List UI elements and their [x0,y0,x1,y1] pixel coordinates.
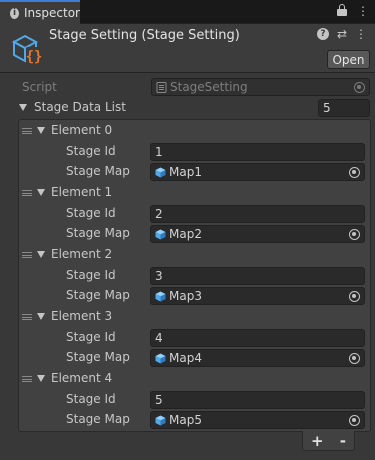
tab-bar: i Inspector ⋮ [0,0,375,24]
stage-map-row: Stage Map Map1 [0,162,375,182]
drag-handle-icon[interactable] [22,190,32,196]
stage-map-value: Map5 [169,413,202,427]
element-header: Element 2 [0,245,375,265]
list-size-field[interactable]: 5 [318,99,370,117]
list-label[interactable]: Stage Data List [34,100,126,114]
list-header-row: Stage Data List 5 [0,98,375,118]
stage-map-label: Stage Map [66,226,130,240]
menu-icon[interactable]: ⋮ [357,4,369,18]
tab-inspector-label: Inspector [24,6,80,20]
foldout-arrow-icon[interactable] [37,189,45,196]
script-field: StageSetting [151,78,370,96]
foldout-arrow-icon[interactable] [37,375,45,382]
element-title[interactable]: Element 4 [51,371,112,385]
cube-icon [155,415,166,425]
foldout-arrow-icon[interactable] [37,127,45,134]
stage-id-label: Stage Id [66,392,116,406]
component-header: {} Stage Setting (Stage Setting) ? ⇄ ⋮ O… [0,24,375,73]
inspector-panel: {} Stage Setting (Stage Setting) ? ⇄ ⋮ O… [0,24,375,460]
stage-id-row: Stage Id 1 [0,142,375,162]
cube-icon [155,167,166,177]
component-title: Stage Setting (Stage Setting) [49,28,240,43]
stage-map-row: Stage Map Map2 [0,224,375,244]
stage-map-value: Map1 [169,165,202,179]
object-picker-icon[interactable] [349,291,360,302]
stage-id-field[interactable]: 2 [150,205,365,223]
stage-map-field[interactable]: Map2 [150,225,365,243]
element-header: Element 1 [0,183,375,203]
script-value: StageSetting [170,80,248,94]
cube-icon [155,229,166,239]
script-label: Script [22,80,57,94]
component-menu-icon[interactable]: ⋮ [355,28,367,40]
cube-icon [155,353,166,363]
script-icon: {} [11,34,43,65]
object-picker-icon[interactable] [349,229,360,240]
drag-handle-icon[interactable] [22,128,32,134]
stage-id-row: Stage Id 3 [0,266,375,286]
help-icon[interactable]: ? [316,28,329,40]
stage-map-value: Map4 [169,351,202,365]
foldout-arrow-icon[interactable] [37,313,45,320]
element-header: Element 3 [0,307,375,327]
stage-map-row: Stage Map Map5 [0,410,375,430]
drag-handle-icon[interactable] [22,314,32,320]
script-file-icon [156,81,167,93]
foldout-arrow-icon[interactable] [37,251,45,258]
stage-map-value: Map2 [169,227,202,241]
stage-id-field[interactable]: 1 [150,143,365,161]
svg-text:{}: {} [26,49,43,65]
stage-id-label: Stage Id [66,268,116,282]
tab-inspector[interactable]: i Inspector [0,0,80,24]
stage-id-field[interactable]: 4 [150,329,365,347]
open-button[interactable]: Open [327,50,370,69]
tab-bar-controls: ⋮ [337,4,369,18]
stage-map-label: Stage Map [66,350,130,364]
remove-element-button[interactable]: - [340,432,346,450]
stage-map-value: Map3 [169,289,202,303]
stage-id-label: Stage Id [66,206,116,220]
stage-id-row: Stage Id 5 [0,390,375,410]
element-title[interactable]: Element 0 [51,123,112,137]
stage-map-row: Stage Map Map4 [0,348,375,368]
stage-map-label: Stage Map [66,288,130,302]
stage-id-row: Stage Id 2 [0,204,375,224]
add-element-button[interactable]: + [311,432,324,450]
stage-id-label: Stage Id [66,330,116,344]
lock-icon[interactable] [337,4,347,16]
settings-icon[interactable]: ⇄ [337,28,347,40]
stage-id-label: Stage Id [66,144,116,158]
stage-map-field[interactable]: Map1 [150,163,365,181]
info-icon: i [10,7,20,19]
cube-icon [155,291,166,301]
object-picker-icon [354,82,365,93]
object-picker-icon[interactable] [349,167,360,178]
drag-handle-icon[interactable] [22,376,32,382]
list-footer: + - [302,431,355,451]
element-header: Element 0 [0,121,375,141]
foldout-arrow-icon[interactable] [19,104,27,111]
component-header-icons: ? ⇄ ⋮ [316,28,367,40]
stage-map-label: Stage Map [66,164,130,178]
object-picker-icon[interactable] [349,353,360,364]
element-title[interactable]: Element 2 [51,247,112,261]
element-title[interactable]: Element 1 [51,185,112,199]
stage-id-row: Stage Id 4 [0,328,375,348]
stage-id-field[interactable]: 3 [150,267,365,285]
stage-map-label: Stage Map [66,412,130,426]
element-title[interactable]: Element 3 [51,309,112,323]
stage-map-field[interactable]: Map3 [150,287,365,305]
drag-handle-icon[interactable] [22,252,32,258]
stage-map-row: Stage Map Map3 [0,286,375,306]
element-header: Element 4 [0,369,375,389]
stage-map-field[interactable]: Map5 [150,411,365,429]
script-row: Script StageSetting [0,78,375,98]
stage-map-field[interactable]: Map4 [150,349,365,367]
stage-id-field[interactable]: 5 [150,391,365,409]
object-picker-icon[interactable] [349,415,360,426]
